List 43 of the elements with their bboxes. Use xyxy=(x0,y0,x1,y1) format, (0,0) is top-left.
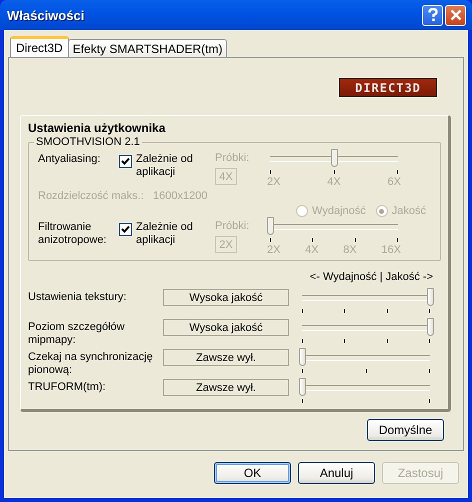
setting-label: TRUFORM(tm): xyxy=(28,380,107,394)
tick-label: 8X xyxy=(343,244,357,256)
group-title: SMOOTHVISION 2.1 xyxy=(35,136,141,148)
close-button[interactable] xyxy=(445,4,466,26)
tick-label: 16X xyxy=(381,244,401,256)
help-button[interactable] xyxy=(422,4,443,26)
dialog-button[interactable]: OK xyxy=(214,462,291,484)
setting-label: Filtrowanie anizotropowe: xyxy=(38,220,108,247)
help-icon xyxy=(426,8,438,22)
resolution-label: Rozdzielczość maks.: xyxy=(38,190,143,202)
setting-label: Czekaj na synchronizację pionową: xyxy=(28,350,153,377)
checkmark-icon xyxy=(121,225,130,234)
samples-label: Próbki: xyxy=(215,152,250,164)
quality-hint: <- Wydajność | Jakość -> xyxy=(310,271,433,285)
setting-value: Zawsze wył. xyxy=(163,379,289,396)
resolution-value: 1600x1200 xyxy=(153,190,208,202)
tick-label: 4X xyxy=(305,244,319,256)
logo: DIRECT3D xyxy=(339,78,437,97)
setting-value: Wysoka jakość xyxy=(163,319,289,336)
setting-label: Ustawienia tekstury: xyxy=(28,290,128,304)
samples-value: 2X xyxy=(215,236,237,253)
slider[interactable] xyxy=(299,289,433,313)
defaults-button[interactable]: Domyślne xyxy=(367,419,444,441)
tab[interactable]: Efekty SMARTSHADER(tm) xyxy=(68,39,228,57)
checkmark-icon xyxy=(121,157,130,166)
setting-label: Poziom szczegółów mipmapy: xyxy=(28,320,126,347)
setting-label: Antyaliasing: xyxy=(38,152,102,166)
window-title: Właściwości xyxy=(7,8,84,22)
tick-label: 2X xyxy=(267,244,280,256)
tab[interactable]: Direct3D xyxy=(10,36,69,57)
tick-label: 2X xyxy=(267,176,280,188)
tick-label: 4X xyxy=(327,176,341,188)
samples-label: Próbki: xyxy=(215,220,250,232)
samples-value: 4X xyxy=(215,168,237,185)
setting-value: Zawsze wył. xyxy=(163,349,289,366)
panel-title: Ustawienia użytkownika xyxy=(28,121,166,136)
close-icon xyxy=(450,9,462,21)
slider[interactable] xyxy=(299,349,433,373)
slider[interactable] xyxy=(299,379,433,403)
tick-label: 6X xyxy=(388,176,401,188)
setting-value: Wysoka jakość xyxy=(163,289,289,306)
slider[interactable] xyxy=(299,319,433,343)
dialog-button[interactable]: Anuluj xyxy=(298,462,375,484)
